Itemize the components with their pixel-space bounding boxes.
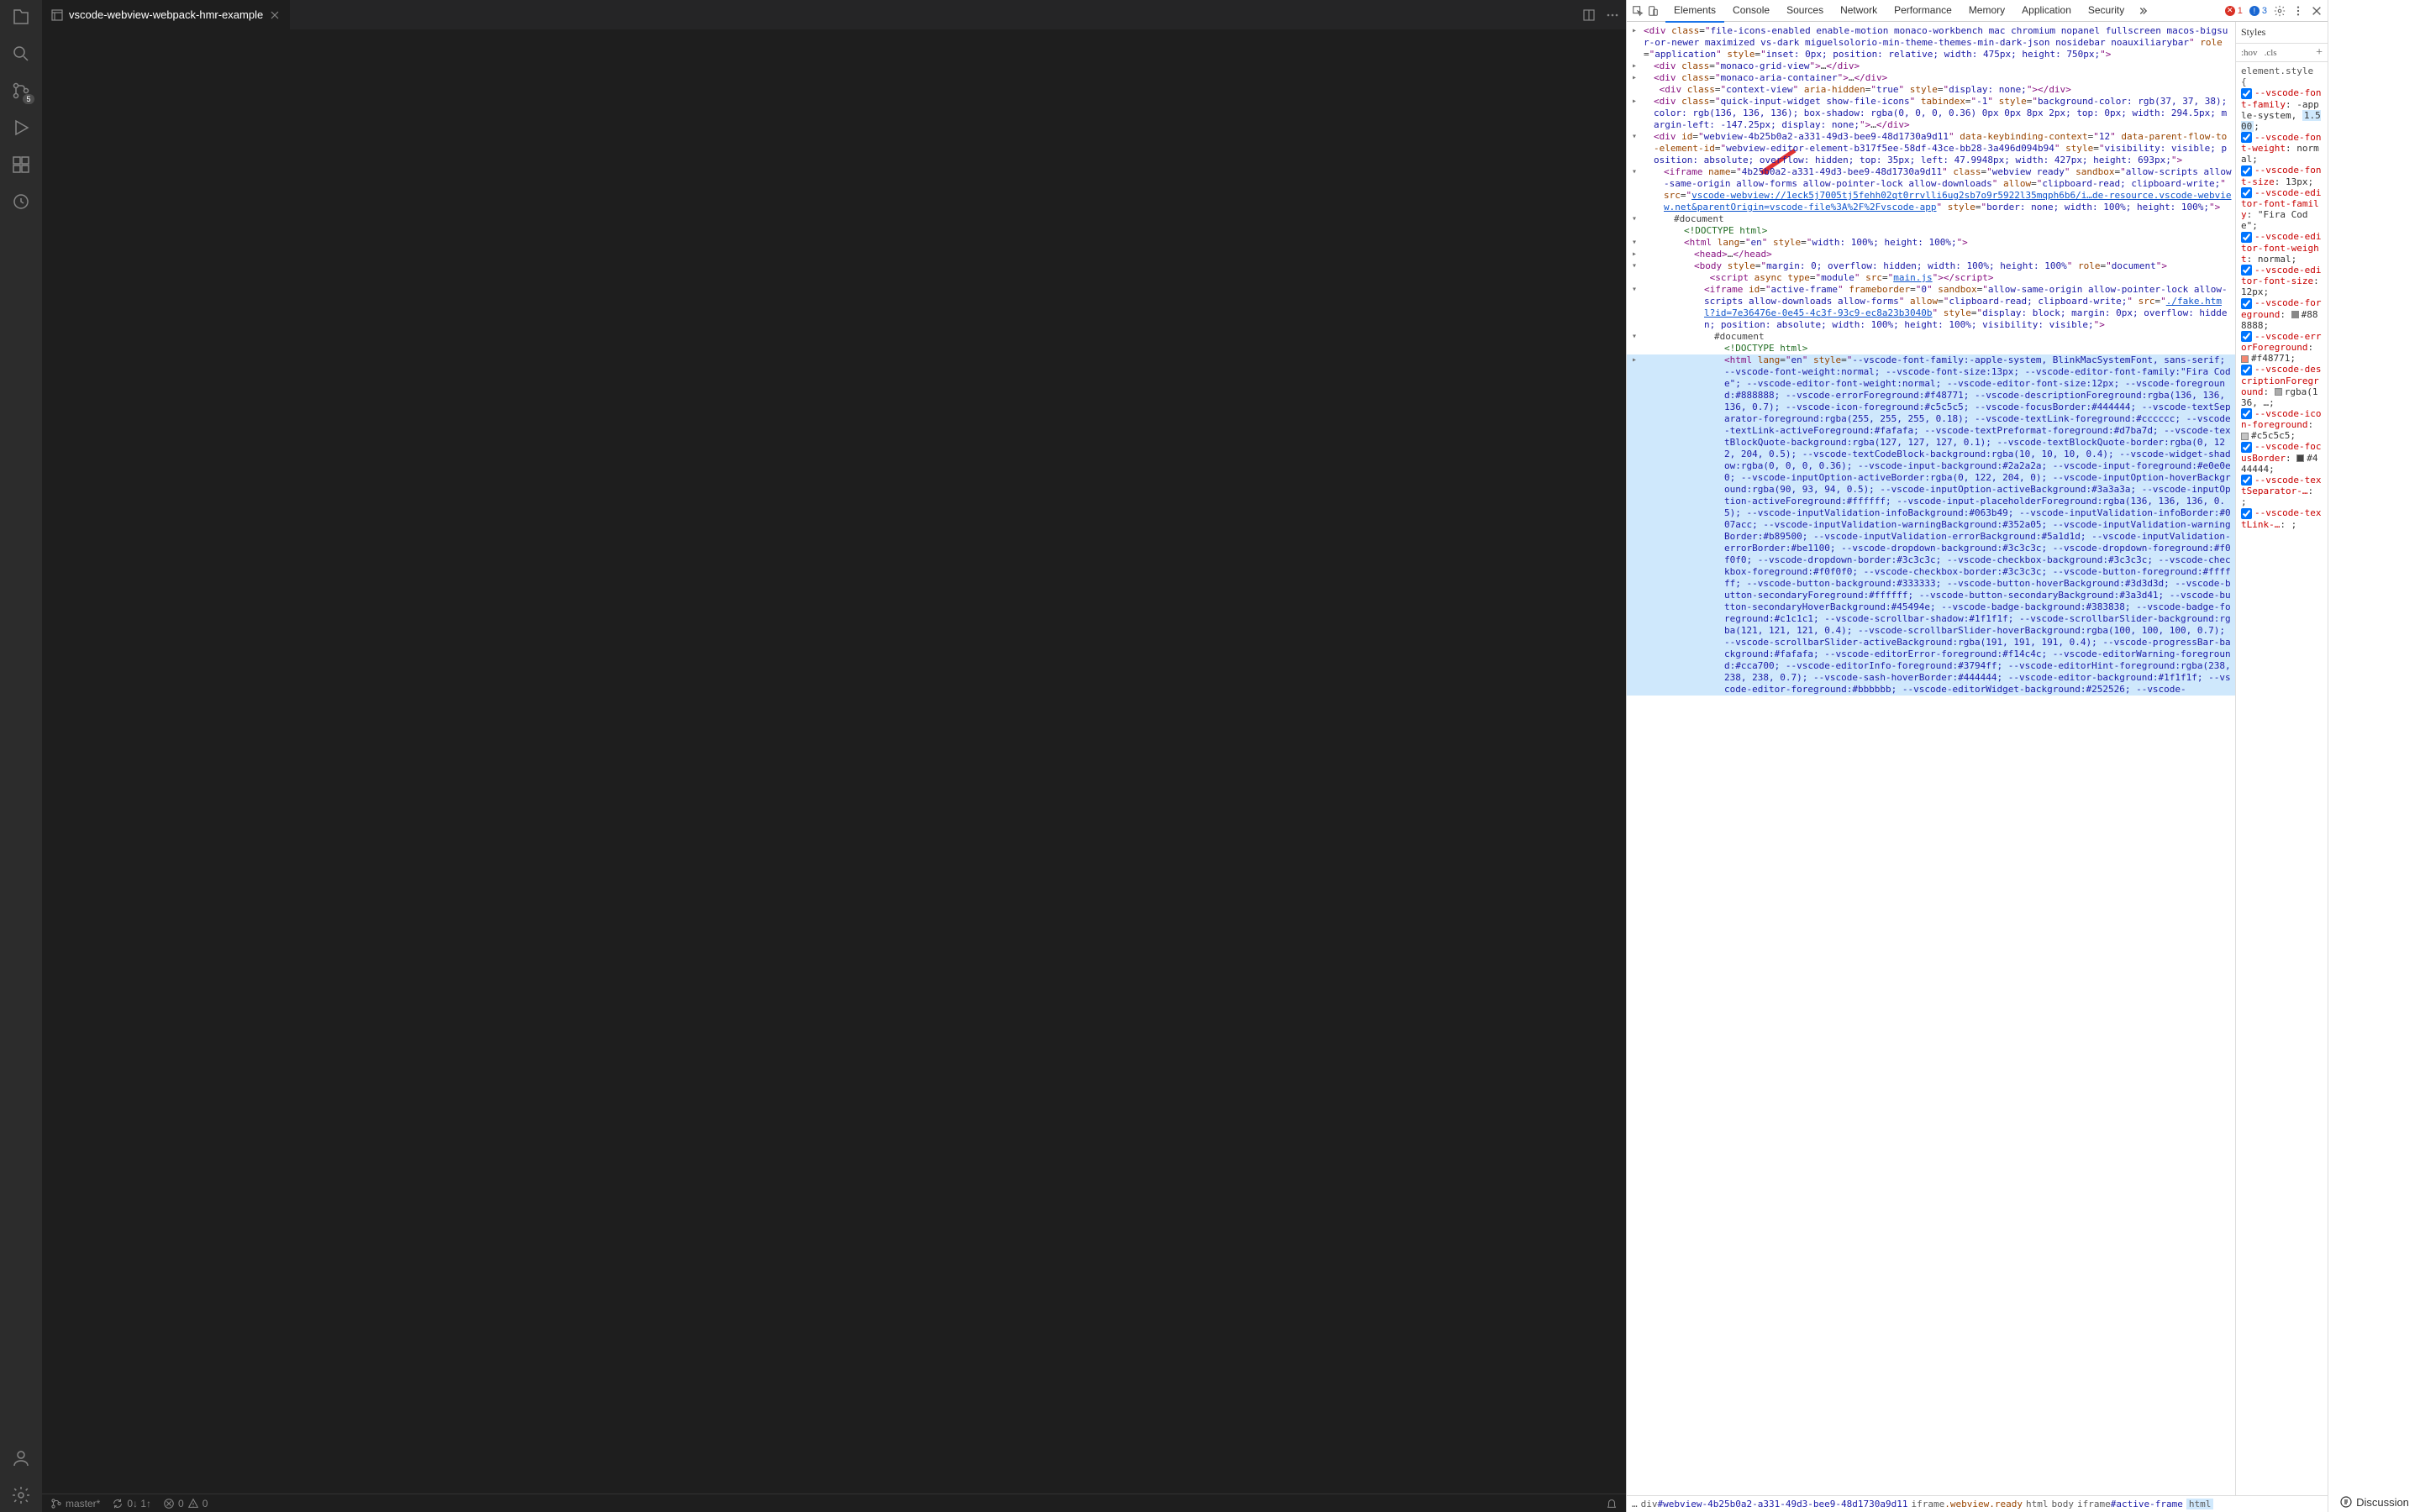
right-strip: Discussion — [2328, 0, 2420, 1512]
tab-bar: vscode-webview-webpack-hmr-example — [42, 0, 1626, 29]
tab-application[interactable]: Application — [2013, 0, 2080, 23]
tab-memory[interactable]: Memory — [1960, 0, 2013, 23]
styles-panel: Styles :hov .cls + element.style { --vsc… — [2235, 22, 2328, 1495]
style-property[interactable]: --vscode-textLink-…: ; — [2239, 507, 2324, 530]
device-toggle-icon[interactable] — [1647, 5, 1659, 17]
tab-sources[interactable]: Sources — [1778, 0, 1832, 23]
tab-network[interactable]: Network — [1832, 0, 1886, 23]
inspect-icon[interactable] — [1632, 5, 1644, 17]
tab-title: vscode-webview-webpack-hmr-example — [69, 8, 263, 21]
warning-count[interactable]: !3 — [2249, 6, 2267, 16]
style-property[interactable]: --vscode-textSeparator-…: ; — [2239, 475, 2324, 508]
scm-badge: 5 — [23, 94, 34, 104]
settings-gear-icon[interactable] — [11, 1485, 31, 1505]
editor-tab[interactable]: vscode-webview-webpack-hmr-example — [42, 0, 290, 29]
discussion-button[interactable]: Discussion — [2339, 1495, 2409, 1509]
notifications-icon[interactable] — [1606, 1498, 1618, 1509]
dom-breadcrumbs[interactable]: … div#webview-4b25b0a2-a331-49d3-bee9-48… — [1627, 1495, 2328, 1512]
accounts-icon[interactable] — [11, 1448, 31, 1468]
style-property[interactable]: --vscode-errorForeground: #f48771; — [2239, 331, 2324, 365]
source-control-icon[interactable]: 5 — [11, 81, 31, 101]
style-property[interactable]: --vscode-foreground: #888888; — [2239, 297, 2324, 331]
devtools-tabs: Elements Console Sources Network Perform… — [1665, 0, 2148, 23]
editor-area: vscode-webview-webpack-hmr-example maste… — [42, 0, 1626, 1512]
tab-elements[interactable]: Elements — [1665, 0, 1724, 23]
tab-performance[interactable]: Performance — [1886, 0, 1960, 23]
style-property[interactable]: --vscode-font-size: 13px; — [2239, 165, 2324, 187]
extensions-icon[interactable] — [11, 155, 31, 175]
devtools: Elements Console Sources Network Perform… — [1626, 0, 2328, 1512]
problems-status[interactable]: 0 0 — [163, 1498, 208, 1509]
tab-console[interactable]: Console — [1724, 0, 1778, 23]
style-property[interactable]: --vscode-focusBorder: #444444; — [2239, 441, 2324, 475]
split-editor-icon[interactable] — [1582, 8, 1596, 22]
preview-icon — [50, 8, 64, 22]
new-style-rule-icon[interactable]: + — [2316, 46, 2323, 60]
devtools-toolbar: Elements Console Sources Network Perform… — [1627, 0, 2328, 22]
sync-status[interactable]: 0↓ 1↑ — [112, 1498, 151, 1509]
style-property[interactable]: --vscode-font-family: -apple-system, 1.5… — [2239, 87, 2324, 132]
style-property[interactable]: --vscode-editor-font-family: "Fira Code"… — [2239, 187, 2324, 232]
style-property[interactable]: --vscode-icon-foreground: #c5c5c5; — [2239, 408, 2324, 442]
styles-tab[interactable]: Styles — [2241, 26, 2265, 39]
devtools-settings-icon[interactable] — [2274, 5, 2286, 17]
branch-status[interactable]: master* — [50, 1498, 100, 1509]
close-icon[interactable] — [268, 8, 281, 22]
style-property[interactable]: --vscode-editor-font-weight: normal; — [2239, 231, 2324, 265]
hov-toggle[interactable]: :hov — [2241, 48, 2258, 58]
explorer-icon[interactable] — [11, 7, 31, 27]
status-bar: master* 0↓ 1↑ 0 0 — [42, 1494, 1626, 1512]
error-count[interactable]: ✕1 — [2225, 6, 2243, 16]
search-icon[interactable] — [11, 44, 31, 64]
style-property[interactable]: --vscode-descriptionForeground: rgba(136… — [2239, 364, 2324, 408]
editor-body[interactable] — [42, 29, 1626, 1494]
run-debug-icon[interactable] — [11, 118, 31, 138]
styles-rules[interactable]: element.style { --vscode-font-family: -a… — [2236, 62, 2328, 1495]
devtools-menu-icon[interactable] — [2292, 5, 2304, 17]
dom-tree[interactable]: ▸<div class="file-icons-enabled enable-m… — [1627, 22, 2235, 1495]
cls-toggle[interactable]: .cls — [2265, 48, 2277, 58]
style-property[interactable]: --vscode-editor-font-size: 12px; — [2239, 265, 2324, 298]
extra-icon[interactable] — [11, 192, 31, 212]
tab-security[interactable]: Security — [2080, 0, 2133, 23]
more-icon[interactable] — [1606, 8, 1619, 22]
tabs-overflow-icon[interactable] — [2136, 5, 2148, 17]
devtools-close-icon[interactable] — [2311, 5, 2323, 17]
style-property[interactable]: --vscode-font-weight: normal; — [2239, 132, 2324, 165]
activity-bar: 5 — [0, 0, 42, 1512]
